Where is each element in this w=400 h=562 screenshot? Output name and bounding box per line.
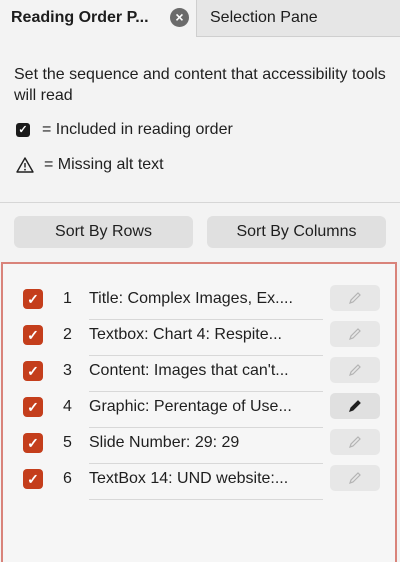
legend-included-text: = Included in reading order <box>42 121 233 138</box>
list-item[interactable]: ✓ 3 Content: Images that can't... <box>3 351 395 392</box>
item-label: Content: Images that can't... <box>89 362 289 379</box>
tab-selection-pane-label: Selection Pane <box>210 9 318 26</box>
pencil-icon <box>349 364 361 376</box>
warning-icon <box>16 157 34 173</box>
pencil-icon <box>349 436 361 448</box>
item-label: Title: Complex Images, Ex.... <box>89 290 293 307</box>
tab-bar: Reading Order P... × Selection Pane <box>0 0 400 37</box>
pencil-icon <box>349 472 361 484</box>
edit-alt-text-button[interactable] <box>330 429 380 455</box>
pencil-icon <box>349 292 361 304</box>
legend-missing-text: = Missing alt text <box>44 156 164 173</box>
item-label: TextBox 14: UND website:... <box>89 470 289 487</box>
include-checkbox[interactable]: ✓ <box>23 469 43 489</box>
sort-by-rows-button[interactable]: Sort By Rows <box>14 216 193 248</box>
item-underline <box>89 499 323 500</box>
edit-alt-text-button[interactable] <box>330 285 380 311</box>
tab-reading-order-label: Reading Order P... <box>11 9 149 26</box>
include-checkbox[interactable]: ✓ <box>23 289 43 309</box>
edit-alt-text-button[interactable] <box>330 465 380 491</box>
include-checkbox[interactable]: ✓ <box>23 397 43 417</box>
include-checkbox[interactable]: ✓ <box>23 325 43 345</box>
item-number: 6 <box>63 470 72 487</box>
item-label: Graphic: Perentage of Use... <box>89 398 292 415</box>
edit-alt-text-button[interactable] <box>330 357 380 383</box>
pencil-icon <box>349 328 361 340</box>
item-number: 2 <box>63 326 72 343</box>
sort-by-columns-button[interactable]: Sort By Columns <box>207 216 386 248</box>
reading-order-list: ✓ 1 Title: Complex Images, Ex.... ✓ 2 Te… <box>1 262 397 562</box>
intro-text: Set the sequence and content that access… <box>14 66 386 104</box>
include-checkbox[interactable]: ✓ <box>23 361 43 381</box>
edit-alt-text-button[interactable] <box>330 393 380 419</box>
close-icon[interactable]: × <box>170 8 189 27</box>
list-item[interactable]: ✓ 1 Title: Complex Images, Ex.... <box>3 279 395 320</box>
edit-alt-text-button[interactable] <box>330 321 380 347</box>
item-number: 3 <box>63 362 72 379</box>
pencil-icon <box>349 400 361 412</box>
item-number: 1 <box>63 290 72 307</box>
item-number: 4 <box>63 398 72 415</box>
include-checkbox[interactable]: ✓ <box>23 433 43 453</box>
tab-selection-pane[interactable]: Selection Pane <box>198 0 400 36</box>
tab-reading-order[interactable]: Reading Order P... × <box>0 0 197 37</box>
list-item[interactable]: ✓ 6 TextBox 14: UND website:... <box>3 459 395 500</box>
list-item[interactable]: ✓ 4 Graphic: Perentage of Use... <box>3 387 395 428</box>
legend-missing: = Missing alt text <box>16 156 164 174</box>
checkbox-checked-icon: ✓ <box>16 123 30 137</box>
divider <box>0 202 400 203</box>
legend-included: ✓ = Included in reading order <box>16 121 233 139</box>
item-label: Textbox: Chart 4: Respite... <box>89 326 282 343</box>
item-label: Slide Number: 29: 29 <box>89 434 240 451</box>
list-item[interactable]: ✓ 5 Slide Number: 29: 29 <box>3 423 395 464</box>
list-item[interactable]: ✓ 2 Textbox: Chart 4: Respite... <box>3 315 395 356</box>
item-number: 5 <box>63 434 72 451</box>
